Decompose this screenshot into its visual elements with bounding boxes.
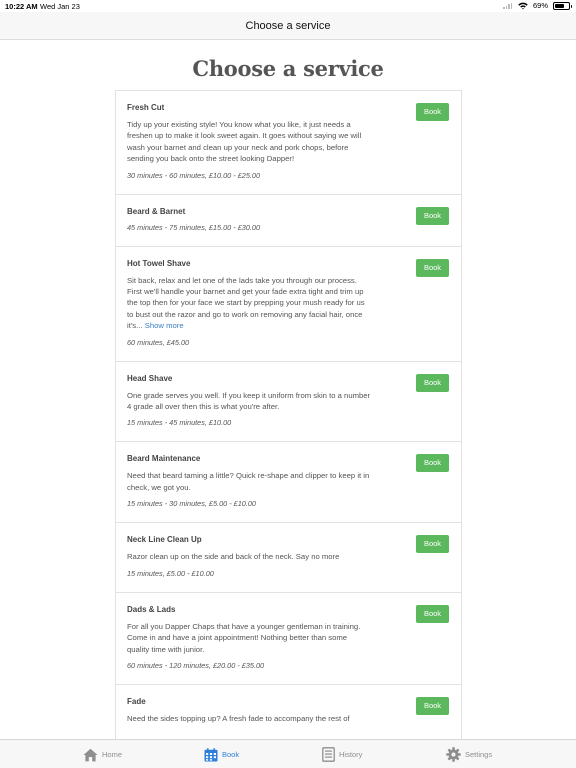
service-name: Neck Line Clean Up <box>127 535 202 545</box>
home-icon <box>83 748 98 761</box>
gear-icon <box>446 747 461 762</box>
service-item-hot-towel-shave: Hot Towel Shave Sit back, relax and let … <box>116 247 461 362</box>
service-description: Razor clean up on the side and back of t… <box>127 552 340 562</box>
service-description: Need the sides topping up? A fresh fade … <box>127 713 350 723</box>
signal-icon <box>502 2 513 9</box>
tab-book[interactable]: Book <box>204 740 239 768</box>
book-button-dads-lads[interactable]: Book <box>416 604 449 623</box>
book-button-hot-towel-shave[interactable]: Book <box>416 258 449 277</box>
service-item-dads-lads: Dads & Lads For all you Dapper Chaps tha… <box>116 593 461 685</box>
navigation-bar: Choose a service <box>0 12 576 40</box>
tab-label: History <box>339 750 363 759</box>
tab-label: Settings <box>465 750 493 759</box>
nav-title: Choose a service <box>245 20 331 32</box>
service-description: Sit back, relax and let one of the lads … <box>127 275 371 332</box>
page-heading: Choose a service <box>192 56 384 81</box>
history-icon <box>322 747 335 762</box>
service-name: Dads & Lads <box>127 604 176 614</box>
service-duration-price: 60 minutes, £45.00 <box>127 337 190 347</box>
service-duration-price: 60 minutes - 120 minutes, £20.00 - £35.0… <box>127 660 265 670</box>
service-name: Head Shave <box>127 373 173 383</box>
service-item-beard-maintenance: Beard Maintenance Need that beard taming… <box>116 442 461 524</box>
tab-bar: Home Book History Settings <box>0 739 576 768</box>
calendar-icon <box>204 747 218 761</box>
service-item-fresh-cut: Fresh Cut Tidy up your existing style! Y… <box>116 91 461 195</box>
service-duration-price: 15 minutes - 30 minutes, £5.00 - £10.00 <box>127 499 256 509</box>
tab-home[interactable]: Home <box>83 740 122 768</box>
service-name: Beard Maintenance <box>127 454 201 464</box>
service-name: Beard & Barnet <box>127 206 186 216</box>
status-indicators: 69% <box>502 1 572 10</box>
battery-icon <box>553 1 572 10</box>
tab-label: Book <box>222 750 240 759</box>
status-time: 10:22 AM <box>5 2 38 11</box>
service-duration-price: 15 minutes, £5.00 - £10.00 <box>127 568 214 578</box>
status-bar: 10:22 AM Wed Jan 23 69% <box>0 0 576 12</box>
book-button-beard-barnet[interactable]: Book <box>416 206 449 225</box>
service-name: Fade <box>127 696 146 706</box>
service-name: Fresh Cut <box>127 103 165 112</box>
service-description: Tidy up your existing style! You know wh… <box>127 120 362 164</box>
tab-history[interactable]: History <box>322 740 362 768</box>
service-item-neck-line-clean-up: Neck Line Clean Up Razor clean up on the… <box>116 523 461 593</box>
service-item-beard-barnet: Beard & Barnet 45 minutes - 75 minutes, … <box>116 195 461 247</box>
tab-settings[interactable]: Settings <box>446 740 492 768</box>
service-duration-price: 30 minutes - 60 minutes, £10.00 - £25.00 <box>127 170 261 180</box>
show-more-link[interactable]: Show more <box>145 321 184 330</box>
book-button-fresh-cut[interactable]: Book <box>416 103 449 121</box>
service-description: For all you Dapper Chaps that have a you… <box>127 621 361 654</box>
wifi-icon <box>518 2 528 9</box>
book-button-neck-line-clean-up[interactable]: Book <box>416 535 449 554</box>
book-button-fade[interactable]: Book <box>416 696 449 715</box>
battery-percent: 69% <box>532 1 548 10</box>
service-duration-price: 45 minutes - 75 minutes, £15.00 - £30.00 <box>127 222 261 232</box>
service-item-head-shave: Head Shave One grade serves you well. If… <box>116 362 461 443</box>
service-list: Fresh Cut Tidy up your existing style! Y… <box>115 90 462 739</box>
book-button-head-shave[interactable]: Book <box>416 373 449 392</box>
book-button-beard-maintenance[interactable]: Book <box>416 454 449 473</box>
service-name: Hot Towel Shave <box>127 258 191 268</box>
main-content[interactable]: Choose a service Fresh Cut Tidy up your … <box>0 40 576 739</box>
service-description: Need that beard taming a little? Quick r… <box>127 471 370 492</box>
service-description: One grade serves you well. If you keep i… <box>127 390 371 412</box>
status-date: Wed Jan 23 <box>40 2 80 11</box>
service-item-fade: Fade Need the sides topping up? A fresh … <box>116 685 461 739</box>
tab-label: Home <box>102 750 123 759</box>
service-duration-price: 15 minutes - 45 minutes, £10.00 <box>127 418 232 428</box>
